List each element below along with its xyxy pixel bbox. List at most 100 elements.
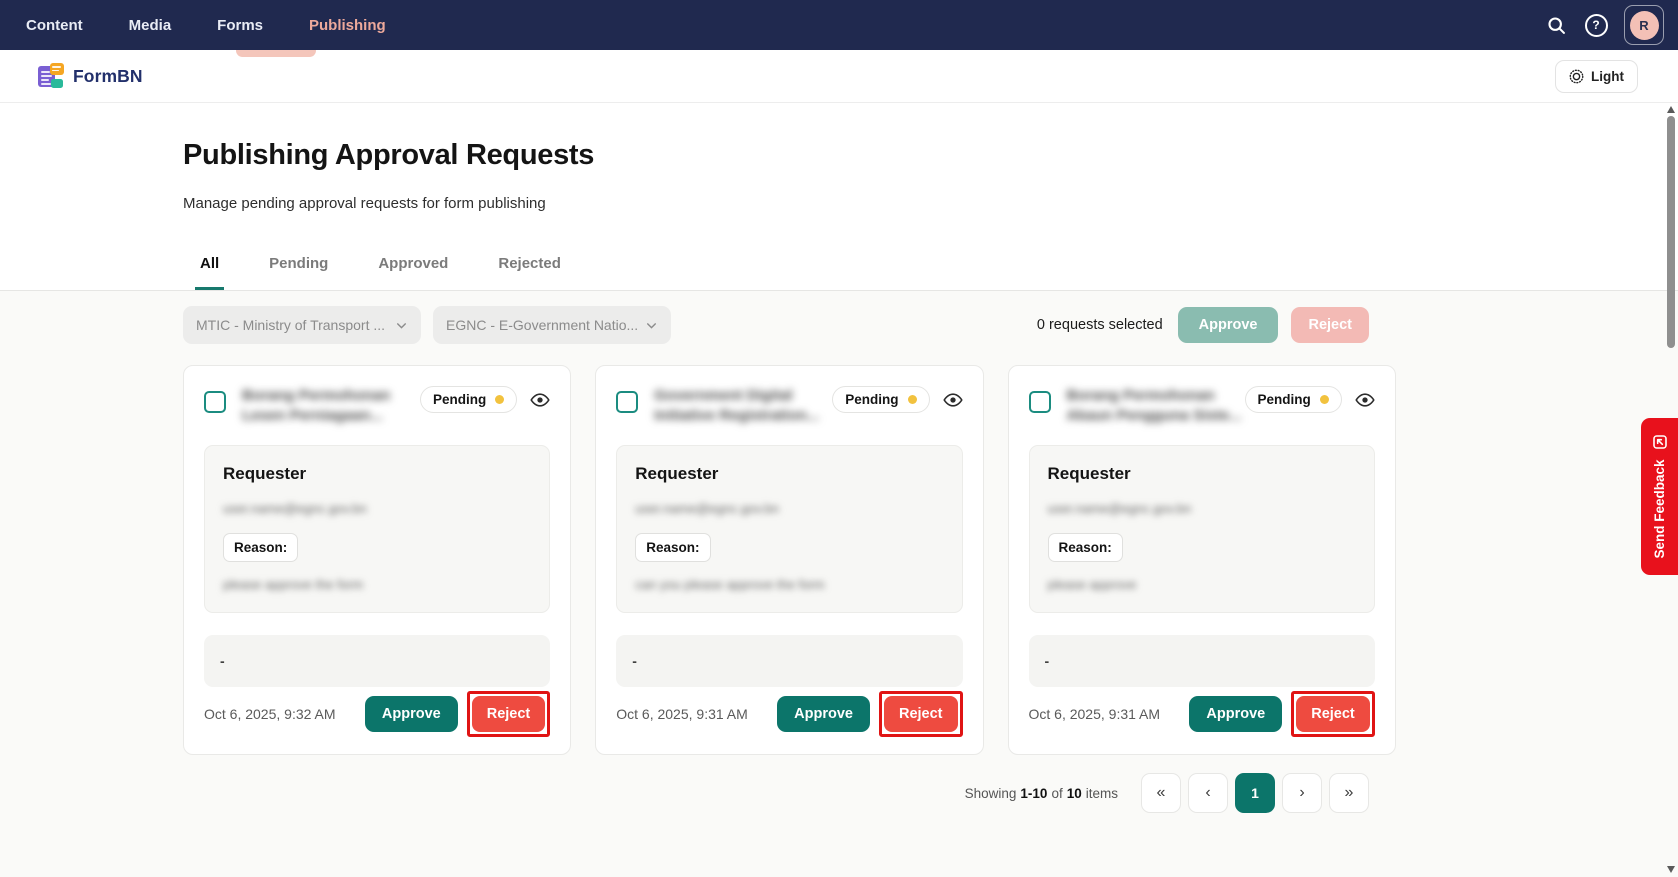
pending-dot-icon [1320, 395, 1329, 404]
status-badge: Pending [420, 386, 517, 413]
view-request-icon[interactable] [530, 390, 550, 415]
user-menu-button[interactable]: R [1624, 5, 1664, 45]
main-content: MTIC - Ministry of Transport ... EGNC - … [0, 291, 1678, 877]
tab-pending[interactable]: Pending [264, 255, 333, 290]
pagination-items-word: items [1086, 786, 1118, 801]
filters-row: MTIC - Ministry of Transport ... EGNC - … [183, 306, 1369, 344]
request-date: Oct 6, 2025, 9:31 AM [1029, 706, 1161, 722]
status-badge: Pending [1245, 386, 1342, 413]
pending-dot-icon [495, 395, 504, 404]
pagination-summary: Showing 1-10 of 10 items [965, 786, 1118, 801]
reject-button[interactable]: Reject [1296, 696, 1370, 732]
pagination-prev-button[interactable]: ‹ [1188, 773, 1228, 813]
nav-item-media[interactable]: Media [129, 17, 172, 34]
nav-item-forms[interactable]: Forms [217, 17, 263, 34]
ministry-filter-dropdown[interactable]: MTIC - Ministry of Transport ... [183, 306, 421, 344]
app-bar: FormBN Light [0, 50, 1678, 103]
scrollbar-thumb[interactable] [1667, 116, 1675, 348]
requester-email-blurred: user.name@egnc.gov.bn [223, 501, 531, 516]
brand-name: FormBN [73, 66, 143, 87]
agency-filter-value: EGNC - E-Government Natio... [446, 317, 638, 333]
request-cards: Borang Permohonan Lesen Perniagaan... Pe… [183, 365, 1369, 755]
theme-toggle-button[interactable]: Light [1555, 60, 1638, 93]
requester-heading: Requester [223, 464, 531, 484]
reject-button[interactable]: Reject [884, 696, 958, 732]
pagination-range: 1-10 [1020, 786, 1047, 801]
requester-box: Requester user.name@egnc.gov.bn Reason: … [616, 445, 962, 613]
agency-filter-dropdown[interactable]: EGNC - E-Government Natio... [433, 306, 671, 344]
request-date: Oct 6, 2025, 9:32 AM [204, 706, 336, 722]
sun-icon [1569, 69, 1584, 84]
reason-label: Reason: [223, 533, 298, 562]
form-title-blurred: Borang Permohonan Lesen Perniagaan... [242, 386, 420, 425]
ministry-filter-value: MTIC - Ministry of Transport ... [196, 317, 385, 333]
approve-button[interactable]: Approve [1189, 696, 1282, 732]
page-header: Publishing Approval Requests Manage pend… [0, 103, 1678, 291]
brand: FormBN [38, 63, 143, 89]
form-title-blurred: Government Digital Initiative Registrati… [654, 386, 832, 425]
scroll-down-arrow[interactable] [1667, 866, 1675, 873]
select-request-checkbox[interactable] [1029, 391, 1051, 413]
send-feedback-button[interactable]: Send Feedback [1641, 418, 1678, 575]
send-icon [1652, 434, 1668, 450]
request-card: Government Digital Initiative Registrati… [595, 365, 983, 755]
pagination-showing: Showing [965, 786, 1017, 801]
reject-button[interactable]: Reject [472, 696, 546, 732]
send-feedback-label: Send Feedback [1652, 459, 1667, 558]
search-icon[interactable] [1544, 13, 1568, 37]
reject-annotation-box: Reject [879, 691, 963, 737]
status-tabs: All Pending Approved Rejected [195, 255, 566, 290]
status-label: Pending [1258, 392, 1311, 407]
approve-button[interactable]: Approve [365, 696, 458, 732]
pagination-total: 10 [1067, 786, 1082, 801]
help-icon[interactable]: ? [1584, 13, 1608, 37]
form-title-blurred: Borang Permohonan Akaun Pengguna Siste..… [1067, 386, 1245, 425]
pagination-next-button[interactable]: › [1282, 773, 1322, 813]
bulk-actions: 0 requests selected Approve Reject [1037, 307, 1369, 343]
reason-text-blurred: please approve the form [223, 577, 531, 592]
pagination-first-button[interactable]: « [1141, 773, 1181, 813]
select-request-checkbox[interactable] [616, 391, 638, 413]
pagination-of: of [1051, 786, 1062, 801]
reason-text-blurred: please approve [1048, 577, 1356, 592]
select-request-checkbox[interactable] [204, 391, 226, 413]
view-request-icon[interactable] [943, 390, 963, 415]
reason-label: Reason: [635, 533, 710, 562]
top-navigation: Content Media Forms Publishing ? R [0, 0, 1678, 50]
status-badge: Pending [832, 386, 929, 413]
request-card: Borang Permohonan Akaun Pengguna Siste..… [1008, 365, 1396, 755]
avatar: R [1630, 11, 1659, 40]
tab-all[interactable]: All [195, 255, 224, 290]
requester-box: Requester user.name@egnc.gov.bn Reason: … [204, 445, 550, 613]
help-glyph: ? [1585, 14, 1608, 37]
chevron-down-icon [645, 319, 658, 332]
page-subtitle: Manage pending approval requests for for… [183, 195, 546, 212]
nav-item-content[interactable]: Content [26, 17, 83, 34]
requester-box: Requester user.name@egnc.gov.bn Reason: … [1029, 445, 1375, 613]
theme-toggle-label: Light [1591, 69, 1624, 84]
scroll-up-arrow[interactable] [1667, 106, 1675, 113]
tab-approved[interactable]: Approved [373, 255, 453, 290]
requester-email-blurred: user.name@egnc.gov.bn [1048, 501, 1356, 516]
bulk-approve-button[interactable]: Approve [1178, 307, 1279, 343]
publish-info-box: - [1029, 635, 1375, 687]
reject-annotation-box: Reject [467, 691, 551, 737]
pagination-page-1-button[interactable]: 1 [1235, 773, 1275, 813]
pagination: Showing 1-10 of 10 items « ‹ 1 › » [183, 773, 1369, 813]
bulk-reject-button[interactable]: Reject [1291, 307, 1369, 343]
reason-label: Reason: [1048, 533, 1123, 562]
requester-heading: Requester [635, 464, 943, 484]
topnav-right-group: ? R [1544, 5, 1664, 45]
nav-item-publishing[interactable]: Publishing [309, 17, 386, 34]
selection-status: 0 requests selected [1037, 317, 1163, 333]
status-label: Pending [845, 392, 898, 407]
request-card: Borang Permohonan Lesen Perniagaan... Pe… [183, 365, 571, 755]
approve-button[interactable]: Approve [777, 696, 870, 732]
request-date: Oct 6, 2025, 9:31 AM [616, 706, 748, 722]
reason-text-blurred: can you please approve the form [635, 577, 943, 592]
requester-email-blurred: user.name@egnc.gov.bn [635, 501, 943, 516]
pagination-last-button[interactable]: » [1329, 773, 1369, 813]
view-request-icon[interactable] [1355, 390, 1375, 415]
tab-rejected[interactable]: Rejected [493, 255, 566, 290]
page-title: Publishing Approval Requests [183, 139, 594, 172]
